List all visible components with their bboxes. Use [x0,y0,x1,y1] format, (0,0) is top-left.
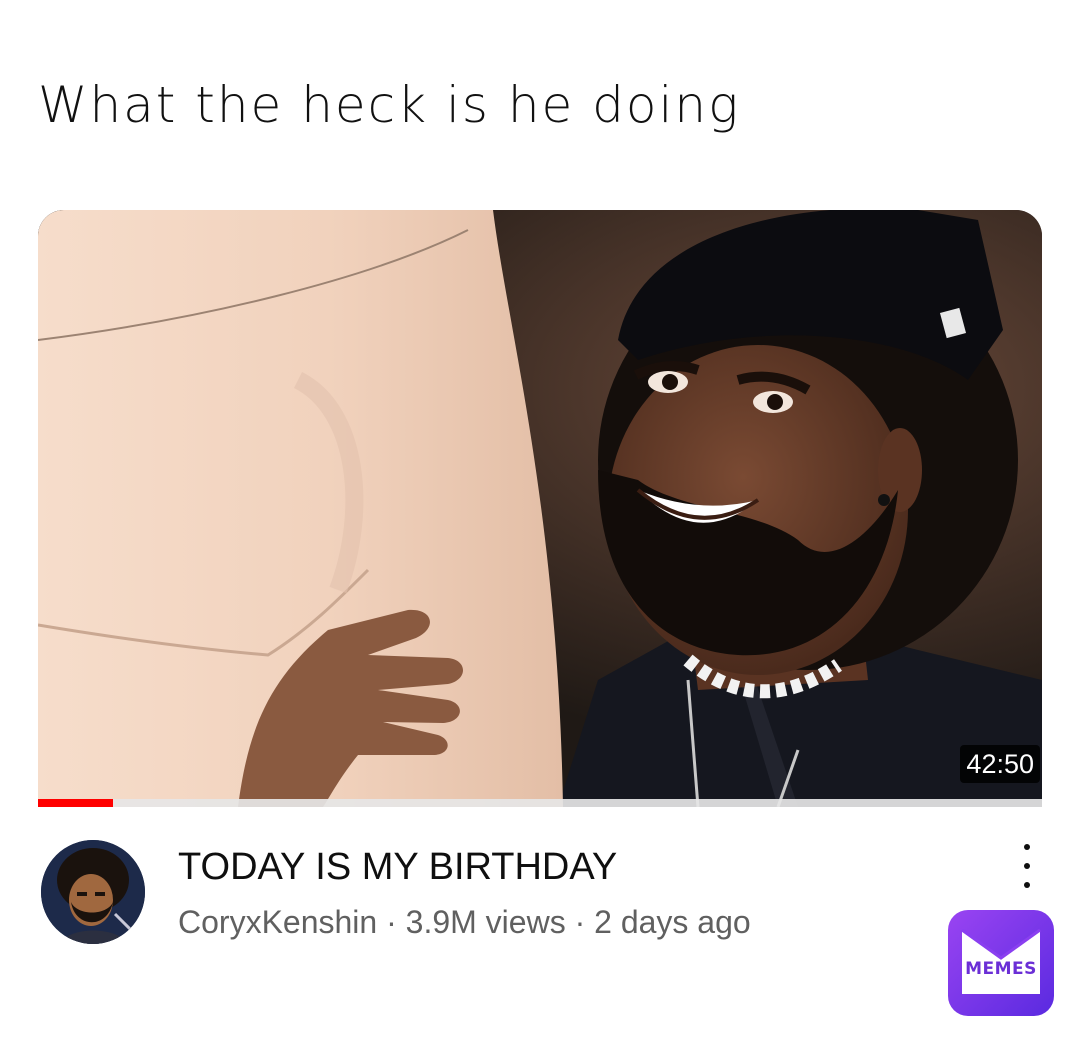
menu-dot [1024,863,1030,869]
menu-dot [1024,882,1030,888]
meta-separator: · [377,904,406,940]
menu-dot [1024,844,1030,850]
watch-progress-fill [38,799,114,807]
watch-progress-bar [38,799,1042,807]
video-thumbnail[interactable]: 42:50 [38,210,1042,807]
channel-name[interactable]: CoryxKenshin [178,904,377,940]
post-caption: What the heck is he doing [38,76,741,134]
video-title[interactable]: TODAY IS MY BIRTHDAY [178,846,617,889]
view-count: 3.9M views [405,904,566,940]
video-info-row[interactable]: TODAY IS MY BIRTHDAY CoryxKenshin · 3.9M… [38,838,1042,948]
memes-watermark-logo: MEMES [948,910,1054,1016]
more-options-icon[interactable] [1012,844,1042,888]
duration-badge: 42:50 [960,745,1040,783]
memes-watermark-text: MEMES [965,959,1037,979]
thumbnail-image [38,210,1042,807]
upload-time: 2 days ago [594,904,751,940]
video-metadata: CoryxKenshin · 3.9M views · 2 days ago [178,904,751,941]
meta-separator: · [565,904,595,940]
avatar-illustration [41,840,145,944]
channel-avatar[interactable] [41,840,145,944]
